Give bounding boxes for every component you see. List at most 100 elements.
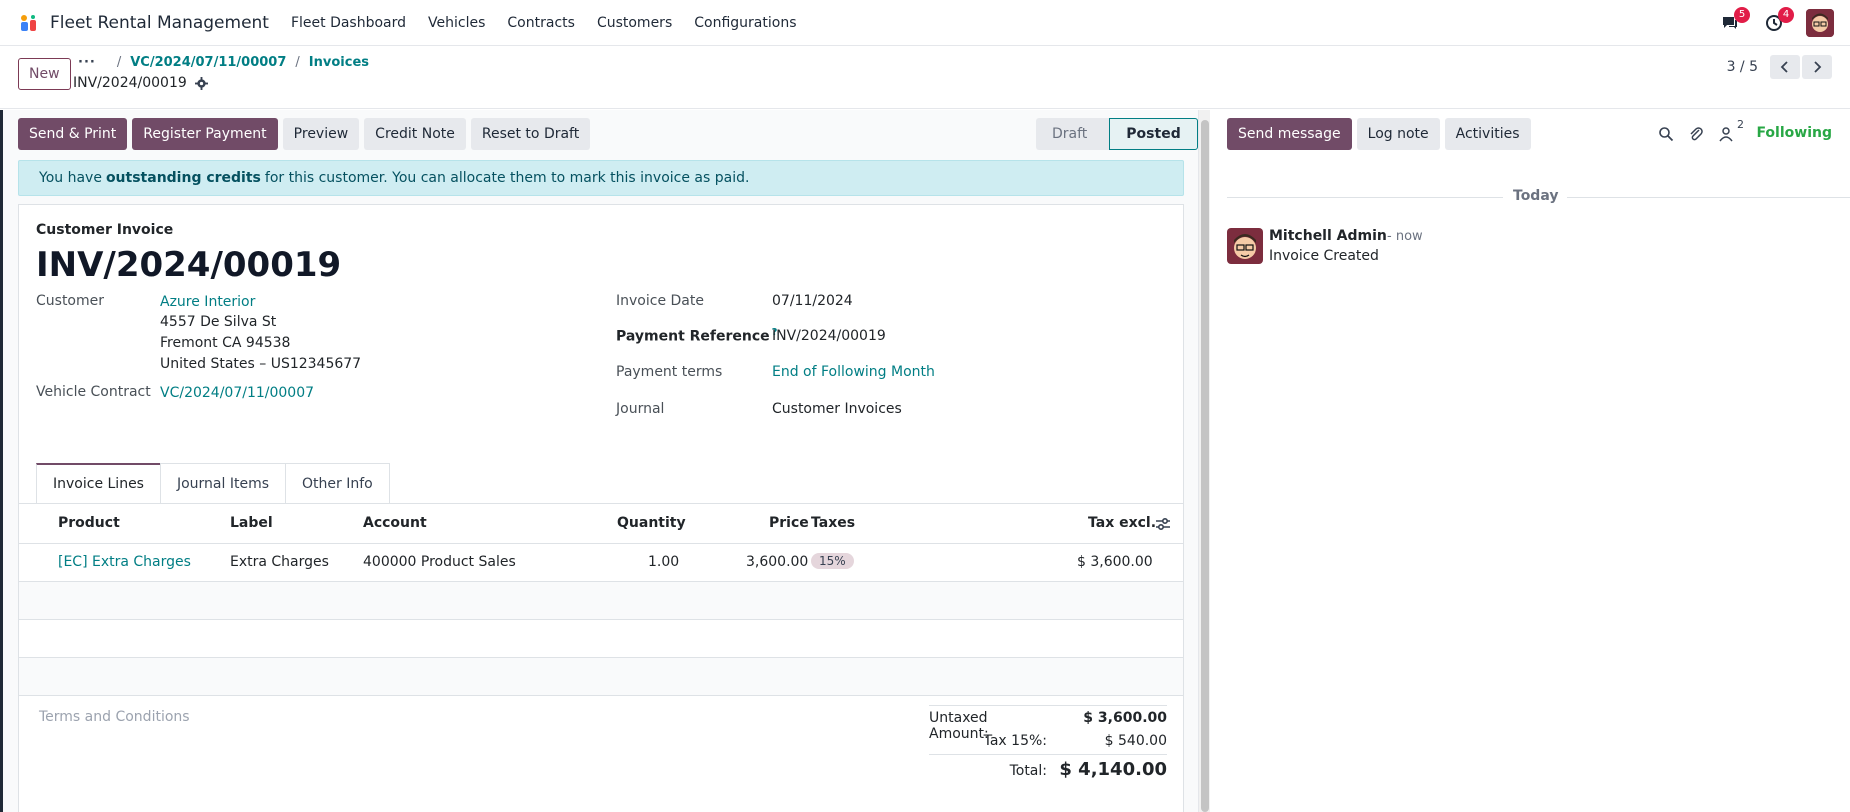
customer-address-line3: United States – US12345677 <box>160 356 362 372</box>
reset-to-draft-button[interactable]: Reset to Draft <box>470 118 591 150</box>
header-product[interactable]: Product <box>58 515 120 531</box>
status-draft[interactable]: Draft <box>1036 118 1110 150</box>
followers-icon[interactable]: 2 <box>1716 118 1744 144</box>
search-icon[interactable] <box>1656 124 1676 144</box>
form-scrollbar[interactable] <box>1198 110 1210 812</box>
message-time: - now <box>1387 229 1423 244</box>
tax-value: $ 540.00 <box>1104 733 1167 749</box>
menu-vehicles[interactable]: Vehicles <box>428 15 485 31</box>
menu-fleet-dashboard[interactable]: Fleet Dashboard <box>291 15 406 31</box>
breadcrumb-more[interactable]: ··· <box>78 55 96 70</box>
header-price[interactable]: Price <box>769 515 809 531</box>
tax-label: Tax 15%: <box>983 733 1047 749</box>
cell-quantity[interactable]: 1.00 <box>648 554 679 570</box>
cell-taxes[interactable]: 15% <box>811 553 854 569</box>
header-account[interactable]: Account <box>363 515 427 531</box>
header-label[interactable]: Label <box>230 515 273 531</box>
new-button[interactable]: New <box>18 58 71 90</box>
table-header: Product Label Account Quantity Price Tax… <box>19 504 1183 544</box>
breadcrumb-invoices[interactable]: Invoices <box>309 55 369 70</box>
activities-badge: 4 <box>1778 7 1794 23</box>
empty-row[interactable] <box>19 658 1183 696</box>
chatter-topbar-icons: 2 <box>1656 118 1746 144</box>
status-posted[interactable]: Posted <box>1109 118 1198 150</box>
date-separator: Today <box>1227 188 1850 208</box>
app-name[interactable]: Fleet Rental Management <box>50 13 269 33</box>
activities-icon[interactable]: 4 <box>1760 7 1794 37</box>
header-tax-excl[interactable]: Tax excl. <box>1088 515 1156 531</box>
customer-label: Customer <box>36 293 105 309</box>
tax-badge: 15% <box>811 553 854 569</box>
author-avatar[interactable] <box>1227 228 1263 264</box>
alert-outstanding-credits-link[interactable]: outstanding credits <box>106 170 261 186</box>
status-bar: Draft Posted <box>1036 118 1198 150</box>
totals-summary: Untaxed Amount: $ 3,600.00 Tax 15%: $ 54… <box>929 705 1167 784</box>
invoice-number: INV/2024/00019 <box>36 245 342 285</box>
vehicle-contract-link[interactable]: VC/2024/07/11/00007 <box>160 385 314 401</box>
preview-button[interactable]: Preview <box>282 118 360 150</box>
scrollbar-thumb[interactable] <box>1201 120 1209 812</box>
tab-journal-items[interactable]: Journal Items <box>159 463 287 503</box>
journal-value[interactable]: Customer Invoices <box>772 401 902 417</box>
customer-name-link[interactable]: Azure Interior <box>160 294 255 310</box>
register-payment-button[interactable]: Register Payment <box>132 118 278 150</box>
empty-row[interactable] <box>19 620 1183 658</box>
breadcrumb-current: INV/2024/00019 <box>73 75 208 91</box>
invoice-lines-table: Product Label Account Quantity Price Tax… <box>19 504 1183 696</box>
control-panel: New ··· / VC/2024/07/11/00007 / Invoices… <box>0 47 1850 109</box>
send-message-button[interactable]: Send message <box>1227 118 1352 150</box>
following-toggle[interactable]: Following <box>1756 125 1832 141</box>
untaxed-amount-row: Untaxed Amount: $ 3,600.00 <box>929 706 1167 742</box>
user-avatar[interactable] <box>1806 9 1834 37</box>
pager-value[interactable]: 3 / 5 <box>1727 59 1758 75</box>
customer-address-line2: Fremont CA 94538 <box>160 335 291 351</box>
alert-suffix: for this customer. You can allocate them… <box>264 170 750 186</box>
credit-note-button[interactable]: Credit Note <box>364 118 466 150</box>
header-quantity[interactable]: Quantity <box>617 515 686 531</box>
cell-tax-excl: $ 3,600.00 <box>1077 554 1153 570</box>
header-taxes[interactable]: Taxes <box>811 515 855 531</box>
activities-button[interactable]: Activities <box>1444 118 1531 150</box>
table-row[interactable]: [EC] Extra Charges Extra Charges 400000 … <box>19 544 1183 582</box>
chevron-left-icon <box>1780 61 1788 73</box>
invoice-sheet: Customer Invoice INV/2024/00019 Customer… <box>18 204 1184 812</box>
breadcrumb-vehicle-contract[interactable]: VC/2024/07/11/00007 <box>130 55 286 70</box>
outstanding-credits-alert: You have outstanding credits for this cu… <box>18 160 1184 196</box>
followers-count: 2 <box>1737 118 1744 131</box>
cell-label[interactable]: Extra Charges <box>230 554 329 570</box>
empty-row[interactable] <box>19 582 1183 620</box>
send-print-button[interactable]: Send & Print <box>18 118 128 150</box>
pager-next-button[interactable] <box>1802 55 1832 79</box>
pager: 3 / 5 <box>1727 55 1832 79</box>
payment-reference-value[interactable]: INV/2024/00019 <box>772 328 886 344</box>
payment-terms-link[interactable]: End of Following Month <box>772 364 935 380</box>
chevron-right-icon <box>1814 61 1822 73</box>
pager-previous-button[interactable] <box>1770 55 1800 79</box>
separator-line <box>1227 197 1503 198</box>
payment-terms-label: Payment terms <box>616 364 723 380</box>
cell-account[interactable]: 400000 Product Sales <box>363 554 516 570</box>
customer-address-line1: 4557 De Silva St <box>160 314 277 330</box>
cell-price[interactable]: 3,600.00 <box>746 554 808 570</box>
cell-product[interactable]: [EC] Extra Charges <box>58 554 191 570</box>
gear-icon[interactable] <box>194 76 208 90</box>
total-label: Total: <box>1009 763 1047 779</box>
tab-invoice-lines[interactable]: Invoice Lines <box>36 463 161 503</box>
form-view: Send & Print Register Payment Preview Cr… <box>0 110 1200 812</box>
fleet-app-icon[interactable] <box>18 12 40 34</box>
alert-prefix: You have <box>39 170 102 186</box>
log-note-button[interactable]: Log note <box>1356 118 1440 150</box>
column-settings-icon[interactable] <box>1155 517 1171 535</box>
menu-configurations[interactable]: Configurations <box>694 15 796 31</box>
invoice-date-value[interactable]: 07/11/2024 <box>772 293 853 309</box>
messages-icon[interactable]: 5 <box>1716 7 1750 37</box>
journal-label: Journal <box>616 401 665 417</box>
payment-reference-label: Payment Reference? <box>616 327 777 345</box>
tab-other-info[interactable]: Other Info <box>285 463 390 503</box>
chatter-actions: Send message Log note Activities <box>1227 118 1536 150</box>
paperclip-icon[interactable] <box>1686 124 1706 144</box>
terms-conditions-field[interactable]: Terms and Conditions <box>39 709 190 725</box>
menu-contracts[interactable]: Contracts <box>507 15 575 31</box>
menu-customers[interactable]: Customers <box>597 15 672 31</box>
message-author[interactable]: Mitchell Admin <box>1269 228 1387 244</box>
